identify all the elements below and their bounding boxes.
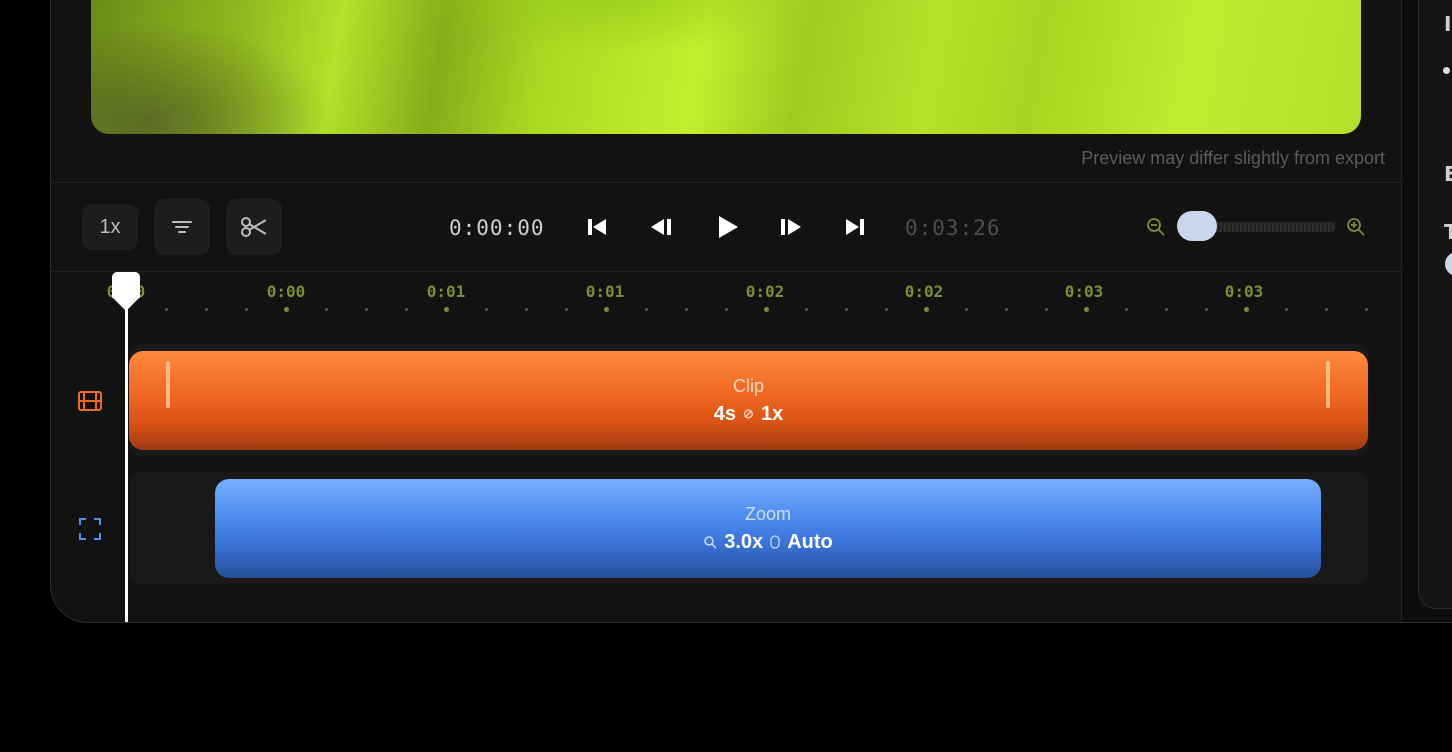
ruler-minor-tick <box>1325 308 1328 311</box>
film-icon <box>78 391 102 411</box>
ruler-minor-tick <box>405 308 408 311</box>
playback-toolbar: 1x 0:00:00 0:03:26 <box>51 183 1401 272</box>
skip-to-start-icon[interactable] <box>584 213 612 241</box>
ruler-label: 0:03 <box>1064 282 1104 301</box>
ruler-minor-tick <box>245 308 248 311</box>
text-lines-icon <box>172 221 192 233</box>
inspector-heading-2: E <box>1444 162 1452 186</box>
step-forward-icon[interactable] <box>777 213 805 241</box>
skip-to-end-icon[interactable] <box>840 213 868 241</box>
zoom-meta: 3.0x Auto <box>703 530 833 554</box>
ruler-minor-tick <box>1125 308 1128 311</box>
ruler-minor-tick <box>365 308 368 311</box>
ruler-minor-tick <box>885 308 888 311</box>
ruler-major-tick <box>604 307 609 312</box>
inspector-heading-3: T <box>1444 220 1452 244</box>
scissors-icon <box>241 217 267 237</box>
magnifier-icon <box>704 536 717 549</box>
ruler-minor-tick <box>845 308 848 311</box>
ruler-minor-tick <box>645 308 648 311</box>
step-back-icon[interactable] <box>647 213 675 241</box>
ruler-minor-tick <box>1165 308 1168 311</box>
clip-trim-handle-left[interactable] <box>166 361 170 408</box>
inspector-heading-1: I <box>1444 12 1452 36</box>
focus-frame-icon <box>79 518 101 540</box>
ruler-label: 0:01 <box>426 282 466 301</box>
ruler-minor-tick <box>485 308 488 311</box>
ruler-label: 0:02 <box>904 282 944 301</box>
ruler-label: 0:01 <box>585 282 625 301</box>
ruler-major-tick <box>444 307 449 312</box>
ruler-minor-tick <box>1205 308 1208 311</box>
cut-button[interactable] <box>226 199 282 255</box>
clip-speed: 1x <box>760 402 784 425</box>
mouse-icon <box>770 535 780 549</box>
ruler-label: 0:02 <box>745 282 785 301</box>
clip-segment[interactable]: Clip 4s ⊘ 1x <box>129 351 1368 450</box>
zoom-in-icon[interactable] <box>1346 217 1366 237</box>
editor-window: Preview may differ slightly from export … <box>50 0 1452 623</box>
playhead-handle[interactable] <box>112 272 140 298</box>
ruler-minor-tick <box>805 308 808 311</box>
play-icon[interactable] <box>712 212 742 242</box>
speed-icon: ⊘ <box>743 406 754 421</box>
zoom-mode: Auto <box>787 530 833 553</box>
ruler-label: 0:00 <box>266 282 306 301</box>
preview-note: Preview may differ slightly from export <box>1081 148 1385 168</box>
captions-button[interactable] <box>154 199 210 255</box>
ruler-minor-tick <box>165 308 168 311</box>
ruler-minor-tick <box>1005 308 1008 311</box>
timeline-ruler[interactable]: 0:00 0:00 0:01 0:01 0:02 0:02 0:03 0:03 <box>51 272 1401 322</box>
current-time: 0:00:00 <box>449 216 545 240</box>
preview-area: Preview may differ slightly from export <box>51 0 1401 183</box>
ruler-major-tick <box>924 307 929 312</box>
inspector-card: I E T <box>1418 0 1452 609</box>
ruler-minor-tick <box>1045 308 1048 311</box>
zoom-segment[interactable]: Zoom 3.0x Auto <box>215 479 1321 578</box>
ruler-minor-tick <box>725 308 728 311</box>
clip-meta: 4s ⊘ 1x <box>714 403 783 426</box>
ruler-major-tick <box>1244 307 1249 312</box>
video-preview[interactable] <box>91 0 1361 134</box>
zoom-slider-track[interactable] <box>1196 222 1336 232</box>
inspector-bullet <box>1443 67 1450 74</box>
speed-button[interactable]: 1x <box>82 204 138 250</box>
ruler-minor-tick <box>1285 308 1288 311</box>
zoom-slider-handle[interactable] <box>1177 211 1217 241</box>
ruler-minor-tick <box>325 308 328 311</box>
ruler-minor-tick <box>565 308 568 311</box>
ruler-major-tick <box>284 307 289 312</box>
inspector-panel: I E T <box>1401 0 1452 622</box>
total-time: 0:03:26 <box>905 216 1001 240</box>
clip-title: Clip <box>732 375 764 396</box>
inspector-toggle[interactable] <box>1445 252 1452 276</box>
clip-duration: 4s <box>713 402 737 425</box>
ruler-major-tick <box>764 307 769 312</box>
clip-trim-handle-right[interactable] <box>1326 361 1330 408</box>
zoom-scale: 3.0x <box>724 530 764 553</box>
ruler-minor-tick <box>1365 308 1368 311</box>
playhead-line <box>125 282 128 622</box>
ruler-minor-tick <box>685 308 688 311</box>
ruler-major-tick <box>1084 307 1089 312</box>
playhead-tip <box>112 297 140 311</box>
ruler-minor-tick <box>965 308 968 311</box>
zoom-out-icon[interactable] <box>1146 217 1166 237</box>
ruler-minor-tick <box>205 308 208 311</box>
zoom-title: Zoom <box>744 503 791 524</box>
ruler-minor-tick <box>525 308 528 311</box>
ruler-label: 0:03 <box>1224 282 1264 301</box>
